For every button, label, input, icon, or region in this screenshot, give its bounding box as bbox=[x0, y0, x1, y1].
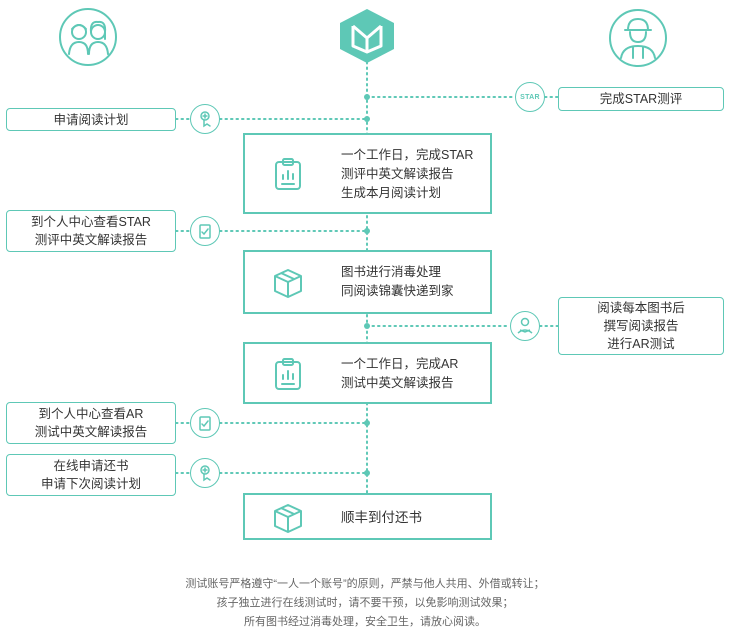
left-step-apply-plan: 申请阅读计划 bbox=[6, 108, 176, 131]
right-step-line: 阅读每本图书后 bbox=[597, 301, 685, 315]
center-step-star-report: 一个工作日，完成STAR 测评中英文解读报告 生成本月阅读计划 bbox=[243, 133, 492, 214]
footer-line: 孩子独立进行在线测试时，请不要干预，以免影响测试效果； bbox=[216, 597, 514, 609]
clipboard-chart-icon bbox=[273, 157, 303, 191]
right-step-star-test: 完成STAR测评 bbox=[558, 87, 724, 111]
right-step-line: 完成STAR测评 bbox=[599, 92, 683, 106]
left-step-line: 申请下次阅读计划 bbox=[40, 477, 141, 491]
parents-icon bbox=[58, 7, 118, 67]
click-hand-icon bbox=[190, 458, 220, 488]
center-step-line: 生成本月阅读计划 bbox=[341, 186, 442, 200]
star-tag-text: STAR bbox=[520, 93, 540, 101]
left-step-line: 申请阅读计划 bbox=[53, 112, 129, 127]
star-tag-icon: STAR bbox=[515, 82, 545, 112]
center-step-line: 图书进行消毒处理 bbox=[341, 265, 442, 279]
left-step-line: 到个人中心查看AR bbox=[38, 407, 144, 421]
package-icon bbox=[273, 266, 303, 300]
center-step-line: 测试中英文解读报告 bbox=[341, 376, 454, 390]
left-step-view-star-report: 到个人中心查看STAR 测评中英文解读报告 bbox=[6, 210, 176, 252]
center-step-line: 一个工作日，完成AR bbox=[341, 357, 459, 371]
clipboard-chart-icon bbox=[273, 357, 303, 391]
left-step-line: 到个人中心查看STAR bbox=[31, 215, 151, 229]
left-step-line: 测试中英文解读报告 bbox=[34, 425, 148, 439]
center-step-ar-report: 一个工作日，完成AR 测试中英文解读报告 bbox=[243, 342, 492, 404]
package-icon bbox=[273, 501, 303, 535]
footer-line: 所有图书经过消毒处理，安全卫生，请放心阅读。 bbox=[244, 616, 486, 628]
brand-logo-icon bbox=[336, 8, 398, 64]
report-check-icon bbox=[190, 408, 220, 438]
center-step-return-shipping: 顺丰到付还书 bbox=[243, 493, 492, 540]
center-step-line: 一个工作日，完成STAR bbox=[341, 148, 474, 162]
right-step-read-report: 阅读每本图书后 撰写阅读报告 进行AR测试 bbox=[558, 297, 724, 355]
left-step-view-ar-report: 到个人中心查看AR 测试中英文解读报告 bbox=[6, 402, 176, 444]
left-step-return-books: 在线申请还书 申请下次阅读计划 bbox=[6, 454, 176, 496]
right-step-line: 进行AR测试 bbox=[607, 337, 675, 351]
footer-notes: 测试账号严格遵守“一人一个账号”的原则，严禁与他人共用、外借或转让； 孩子独立进… bbox=[0, 575, 730, 632]
center-step-line: 测评中英文解读报告 bbox=[341, 167, 454, 181]
left-step-line: 在线申请还书 bbox=[53, 459, 129, 473]
left-step-line: 测评中英文解读报告 bbox=[34, 233, 148, 247]
courier-icon bbox=[608, 8, 668, 68]
report-check-icon bbox=[190, 216, 220, 246]
click-hand-icon bbox=[190, 104, 220, 134]
center-step-disinfect-ship: 图书进行消毒处理 同阅读锦囊快递到家 bbox=[243, 250, 492, 314]
center-step-line: 顺丰到付还书 bbox=[341, 510, 422, 525]
center-step-line: 同阅读锦囊快递到家 bbox=[341, 284, 454, 298]
right-step-line: 撰写阅读报告 bbox=[603, 319, 679, 333]
footer-line: 测试账号严格遵守“一人一个账号”的原则，严禁与他人共用、外借或转让； bbox=[185, 578, 545, 590]
reader-icon bbox=[510, 311, 540, 341]
